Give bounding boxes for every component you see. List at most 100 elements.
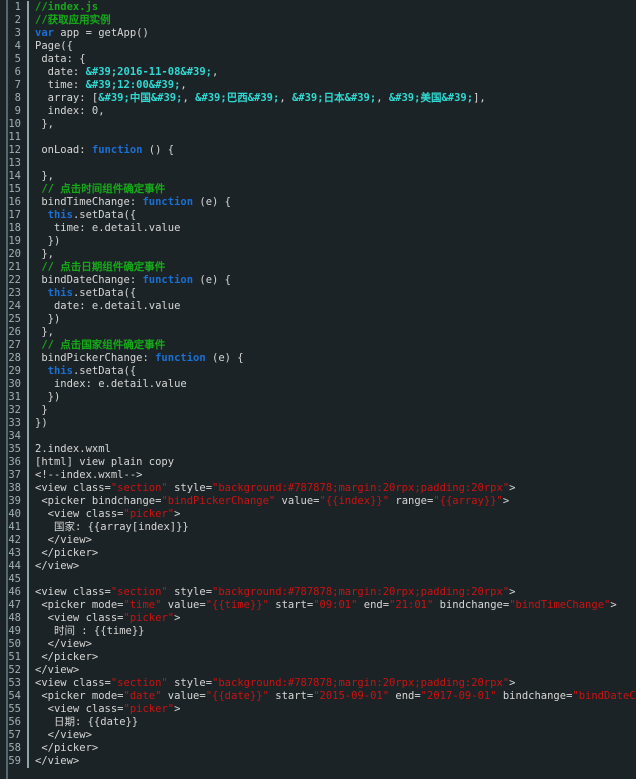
token-tag: <view class= [35, 703, 124, 715]
code-line: 5 data: { [0, 53, 636, 66]
code-line: 36 [html] view plain copy [0, 456, 636, 469]
token-attrval: "time" [123, 599, 162, 611]
line-number: 16 [8, 196, 21, 208]
token-tag: value= [161, 690, 206, 702]
token-tag: range= [389, 495, 434, 507]
code-line: 9 index: 0, [0, 105, 636, 118]
token-attrval: "section" [110, 677, 168, 689]
code-line: 49 时间 : {{time}} [0, 625, 636, 638]
code-line-source: <view class="picker"> [29, 612, 636, 625]
token-keyword: function [91, 144, 143, 156]
code-line-source: <view class="picker"> [29, 508, 636, 521]
code-line-source: }, [29, 170, 636, 183]
code-line-source: <view class="picker"> [29, 703, 636, 716]
code-line: 38 <view class="section" style="backgroun… [0, 482, 636, 495]
code-line: 8 array: [&#39;中国&#39;, &#39;巴西&#39;, &#… [0, 92, 636, 105]
code-line: 25 }) [0, 313, 636, 326]
token-attrval: "21:01" [389, 599, 434, 611]
token-tag: end= [357, 599, 390, 611]
token-tag: </picker> [35, 742, 99, 754]
token-string: &#39;日本&#39; [291, 92, 377, 104]
token-plain: }, [35, 248, 54, 260]
code-line: 43 </picker> [0, 547, 636, 560]
token-tag: <picker mode= [35, 599, 124, 611]
token-attrval: "picker" [123, 703, 175, 715]
token-plain: , [182, 92, 196, 104]
code-line: 28 bindPickerChange: function (e) { [0, 352, 636, 365]
line-number: 58 [8, 742, 21, 754]
token-plain: , [279, 92, 292, 104]
code-line-source: } [29, 404, 636, 417]
token-string: &#39;中国&#39; [98, 92, 183, 104]
token-attrval: "{{array}}" [433, 495, 503, 507]
code-line-source: array: [&#39;中国&#39;, &#39;巴西&#39;, &#39… [29, 92, 636, 105]
code-line: 50 </view> [0, 638, 636, 651]
token-tag: > [502, 495, 510, 507]
line-number: 42 [8, 534, 21, 546]
token-tag: </view> [35, 560, 80, 572]
code-line: 13 [0, 157, 636, 170]
code-line: 20 }, [0, 248, 636, 261]
token-plain: index: 0, [35, 105, 105, 117]
code-line: 14 }, [0, 170, 636, 183]
token-plain: app = getApp() [53, 27, 149, 39]
code-line-source: 2.index.wxml [29, 443, 636, 456]
token-attrval: "bindTimeChange" [509, 599, 611, 611]
code-line-source: <picker mode="time" value="{{time}}" sta… [29, 599, 636, 612]
code-line: 47 <picker mode="time" value="{{time}}" … [0, 599, 636, 612]
line-number: 41 [8, 521, 21, 533]
code-line-source: this.setData({ [29, 365, 636, 378]
token-string: &#39;2016-11-08&#39; [85, 66, 213, 78]
token-attrval: "picker" [123, 612, 175, 624]
code-line: 30 index: e.detail.value [0, 378, 636, 391]
token-plain: }, [35, 326, 54, 338]
line-number: 27 [8, 339, 21, 351]
token-tag: <picker mode= [35, 690, 124, 702]
line-number: 40 [8, 508, 21, 520]
token-tag: <view class= [35, 612, 124, 624]
code-line: 41 国家: {{array[index]}} [0, 521, 636, 534]
line-number: 13 [8, 157, 21, 169]
code-line: 17 this.setData({ [0, 209, 636, 222]
line-number: 35 [8, 443, 21, 455]
code-line-source: </view> [29, 534, 636, 547]
token-plain: }) [35, 235, 61, 247]
line-number: 18 [8, 222, 21, 234]
code-line-source: <!--index.wxml--> [29, 469, 636, 482]
line-number: 3 [14, 27, 21, 39]
code-line-source [29, 573, 636, 586]
token-tag: </view> [35, 755, 80, 767]
token-keyword: function [142, 196, 194, 208]
token-string: &#39;美国&#39; [388, 92, 474, 104]
token-plain: time: [35, 79, 86, 91]
code-line: 2 //获取应用实例 [0, 14, 636, 27]
line-number: 9 [14, 105, 21, 117]
code-line-source: onLoad: function () { [29, 144, 636, 157]
token-keyword: this [47, 209, 73, 221]
code-line-source: time: &#39;12:00&#39;, [29, 79, 636, 92]
token-plain: array: [ [35, 92, 99, 104]
token-tag: style= [167, 677, 213, 689]
line-number: 10 [8, 118, 21, 130]
token-tag: > [174, 612, 181, 624]
code-line: 18 time: e.detail.value [0, 222, 636, 235]
code-line-source: this.setData({ [29, 287, 636, 300]
token-tag: <view class= [35, 677, 111, 689]
token-tag: value= [161, 599, 206, 611]
code-line: 40 <view class="picker"> [0, 508, 636, 521]
code-line-source: </view> [29, 560, 636, 573]
token-tag: bindchange= [496, 690, 573, 702]
token-tag: <view class= [35, 586, 111, 598]
code-line-source: 日期: {{date}} [29, 716, 636, 729]
token-tag: value= [275, 495, 320, 507]
line-number: 17 [8, 209, 21, 221]
token-tag: > [509, 677, 516, 689]
code-line: 53 <view class="section" style="backgroun… [0, 677, 636, 690]
token-tag: <view class= [35, 482, 111, 494]
code-line-source: 时间 : {{time}} [29, 625, 636, 638]
token-plain: Page({ [35, 40, 73, 52]
token-attrval: "background:#787878;margin:20rpx;padding… [212, 482, 510, 494]
token-string: &#39;12:00&#39; [85, 79, 181, 91]
code-line: 46 <view class="section" style="backgroun… [0, 586, 636, 599]
code-line: 35 2.index.wxml [0, 443, 636, 456]
